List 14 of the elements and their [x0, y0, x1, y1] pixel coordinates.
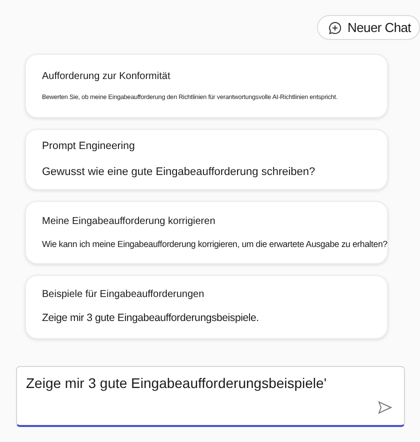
card-title: Beispiele für Eingabeaufforderungen: [42, 288, 206, 302]
suggestion-card[interactable]: Meine Eingabeaufforderung korrigieren Wie kann ich meine Eingabeaufforderung korrigieren, um die erwartete Ausgabe zu erhalten?: [25, 201, 388, 264]
card-title: Aufforderung zur Konformität: [42, 70, 172, 84]
card-title: Meine Eingabeaufforderung korrigieren: [42, 214, 216, 229]
card-title: Prompt Engineering: [42, 138, 136, 154]
prompt-input[interactable]: Zeige mir 3 gute Eingabeaufforderungsbeispiele': [16, 366, 405, 427]
card-description: Zeige mir 3 gute Eingabeaufforderungsbeispiele.: [42, 311, 260, 326]
send-icon[interactable]: [378, 401, 392, 414]
suggestion-card[interactable]: Prompt Engineering Gewusst wie eine gute Eingabeaufforderung schreiben?: [25, 129, 388, 190]
chat-add-icon: [328, 20, 342, 34]
card-description: Wie kann ich meine Eingabeaufforderung korrigieren, um die erwartete Ausgabe zu erhalten?: [42, 238, 387, 251]
new-chat-button[interactable]: Neuer Chat: [316, 15, 420, 40]
card-description: Gewusst wie eine gute Eingabeaufforderung schreiben?: [42, 164, 316, 180]
suggestion-card[interactable]: Beispiele für Eingabeaufforderungen Zeige mir 3 gute Eingabeaufforderungsbeispiele.: [25, 275, 388, 339]
